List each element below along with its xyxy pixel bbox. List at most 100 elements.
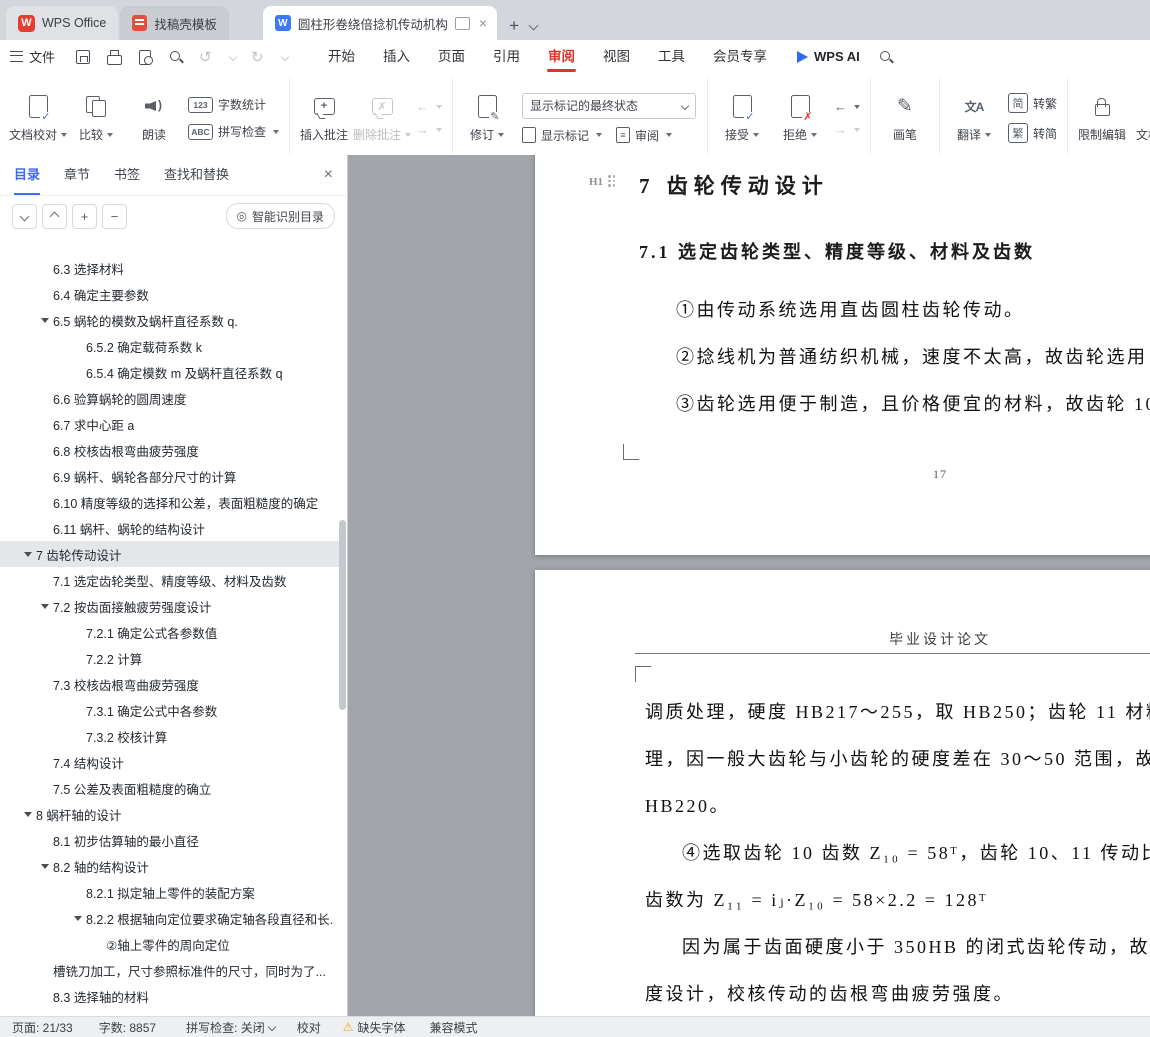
print-preview-icon[interactable] — [137, 49, 154, 65]
toc-item[interactable]: 6.5.4 确定模数 m 及蜗杆直径系数 q — [0, 359, 341, 385]
toc-item[interactable]: 6.5.2 确定载荷系数 k — [0, 333, 341, 359]
undo-dropdown-icon[interactable] — [228, 52, 238, 61]
review-pane-button[interactable]: 审阅 — [616, 127, 673, 144]
toc-item[interactable]: 7.1 选定齿轮类型、精度等级、材料及齿数 — [0, 567, 341, 593]
to-traditional-button[interactable]: 简 转繁 — [1008, 93, 1057, 113]
toc-item[interactable]: 7.4 结构设计 — [0, 749, 341, 775]
toc-expand-arrow-icon[interactable] — [23, 811, 32, 817]
toc-item[interactable]: 7.2.1 确定公式各参数值 — [0, 619, 341, 645]
toc-item[interactable]: 8.2 轴的结构设计 — [0, 853, 341, 879]
close-tab-button[interactable]: × — [477, 16, 489, 30]
find-replace-icon[interactable] — [168, 49, 184, 65]
compare-button[interactable]: 比较 — [67, 77, 125, 159]
track-changes-button[interactable]: 修订 — [458, 77, 516, 159]
collapse-all-button[interactable] — [12, 203, 37, 229]
toc-item[interactable]: 7.5 公差及表面粗糙度的确立 — [0, 775, 341, 801]
toc-item[interactable]: 6.3 选择材料 — [0, 255, 341, 281]
expand-all-button[interactable] — [42, 203, 67, 229]
toc-item[interactable]: 6.5 蜗轮的模数及蜗杆直径系数 q. — [0, 307, 341, 333]
pen-button[interactable]: 画笔 — [876, 77, 934, 159]
word-count-indicator[interactable]: 字数: 8857 — [99, 1019, 156, 1036]
toc-expand-arrow-icon[interactable] — [73, 915, 82, 921]
file-menu-button[interactable]: 文件 — [10, 47, 55, 66]
toc-item[interactable]: 6.10 精度等级的选择和公差，表面粗糙度的确定 — [0, 489, 341, 515]
show-markup-button[interactable]: 显示标记 — [522, 127, 603, 144]
page-indicator[interactable]: 页面: 21/33 — [12, 1019, 73, 1036]
toc-item[interactable]: 8.1 初步估算轴的最小直径 — [0, 827, 341, 853]
next-change-button[interactable]: → — [834, 123, 861, 136]
toc-item[interactable]: 7 齿轮传动设计 — [0, 541, 341, 567]
save-icon[interactable] — [75, 49, 91, 65]
toc-item[interactable]: 6.4 确定主要参数 — [0, 281, 341, 307]
panel-tab[interactable]: 查找和替换 — [164, 155, 229, 195]
document-page-2[interactable]: 毕业设计论文 调质处理，硬度 HB217～255，取 HB250；齿轮 11 材… — [535, 570, 1150, 1017]
new-tab-button[interactable]: + — [497, 16, 528, 40]
collapse-level-button[interactable]: − — [102, 203, 127, 229]
sidebar-scrollbar[interactable] — [339, 520, 346, 710]
toc-item[interactable]: 6.6 验算蜗轮的圆周速度 — [0, 385, 341, 411]
toc-item[interactable]: 7.3 校核齿根弯曲疲劳强度 — [0, 671, 341, 697]
undo-icon[interactable] — [199, 49, 215, 65]
tab-current-document[interactable]: 圆柱形卷绕倍捻机传动机构机 × — [262, 6, 498, 40]
drag-handle-icon[interactable] — [608, 175, 617, 189]
heading-level-marker[interactable]: H1 — [589, 175, 617, 189]
translate-button[interactable]: 翻译 — [945, 77, 1003, 159]
menu-tab[interactable]: 插入 — [369, 40, 424, 73]
menu-tab[interactable]: 页面 — [424, 40, 479, 73]
spellcheck-indicator[interactable]: 拼写检查: 关闭 — [186, 1019, 276, 1036]
document-canvas[interactable]: H1 7 齿轮传动设计 7.1 选定齿轮类型、精度等级、材料及齿数 ①由传动系统… — [348, 155, 1150, 1017]
redo-icon[interactable] — [251, 49, 267, 65]
reject-change-button[interactable]: 拒绝 — [771, 77, 829, 159]
panel-tab[interactable]: 书签 — [114, 155, 140, 195]
toc-item[interactable]: 7.3.1 确定公式中各参数 — [0, 697, 341, 723]
word-count-button[interactable]: 123 字数统计 — [188, 96, 279, 113]
menu-tab[interactable]: 审阅 — [534, 40, 589, 73]
insert-comment-button[interactable]: + 插入批注 — [295, 77, 353, 159]
compat-mode-indicator[interactable]: 兼容模式 — [430, 1019, 478, 1036]
wps-ai-button[interactable]: WPS AI — [797, 49, 860, 64]
menu-tab[interactable]: 引用 — [479, 40, 534, 73]
doc-proofread-button[interactable]: 文档校对 — [9, 77, 68, 159]
toc-item[interactable]: 6.8 校核齿根弯曲疲劳强度 — [0, 437, 341, 463]
smart-toc-button[interactable]: 智能识别目录 — [225, 203, 335, 229]
toc-item[interactable]: 8.2.2 根据轴向定位要求确定轴各段直径和长... — [0, 905, 341, 931]
toc-item[interactable]: 7.2 按齿面接触疲劳强度设计 — [0, 593, 341, 619]
print-icon[interactable] — [106, 49, 123, 65]
toc-item[interactable]: 7.3.2 校核计算 — [0, 723, 341, 749]
tab-template-store[interactable]: 找稿壳模板 — [120, 6, 229, 40]
restrict-editing-button[interactable]: 限制编辑 — [1073, 77, 1131, 159]
toc-expand-arrow-icon[interactable] — [40, 863, 49, 869]
toc-expand-arrow-icon[interactable] — [23, 551, 32, 557]
toc-item[interactable]: 8.3 选择轴的材料 — [0, 983, 341, 1009]
to-simplified-button[interactable]: 繁 转简 — [1008, 123, 1057, 143]
toc-item[interactable]: 6.11 蜗杆、蜗轮的结构设计 — [0, 515, 341, 541]
delete-comment-button[interactable]: ✗ 删除批注 — [353, 77, 412, 159]
close-panel-button[interactable]: × — [324, 167, 333, 183]
toc-item[interactable]: 8 蜗杆轴的设计 — [0, 801, 341, 827]
document-page-1[interactable]: H1 7 齿轮传动设计 7.1 选定齿轮类型、精度等级、材料及齿数 ①由传动系统… — [535, 155, 1150, 555]
markup-state-select[interactable]: 显示标记的最终状态 — [522, 92, 697, 119]
panel-tab[interactable]: 目录 — [14, 155, 41, 195]
tab-wps-office[interactable]: WPS Office — [6, 6, 119, 40]
read-aloud-button[interactable]: 朗读 — [125, 77, 183, 159]
tab-list-dropdown[interactable] — [528, 16, 545, 40]
previous-change-button[interactable]: ← — [834, 100, 861, 113]
redo-dropdown-icon[interactable] — [280, 52, 290, 61]
toc-item[interactable]: 6.7 求中心距 a — [0, 411, 341, 437]
proofread-button[interactable]: 校对 — [297, 1019, 321, 1036]
menu-tab[interactable]: 开始 — [314, 40, 369, 73]
toc-expand-arrow-icon[interactable] — [40, 603, 49, 609]
toc-item[interactable]: 7.2.2 计算 — [0, 645, 341, 671]
panel-tab[interactable]: 章节 — [64, 155, 90, 195]
menu-tab[interactable]: 工具 — [644, 40, 699, 73]
search-icon[interactable] — [878, 49, 894, 65]
spell-check-button[interactable]: ABC 拼写检查 — [188, 123, 280, 140]
next-comment-button[interactable]: → — [416, 123, 443, 136]
accept-change-button[interactable]: 接受 — [713, 77, 771, 159]
toc-item[interactable]: ②轴上零件的周向定位 — [0, 931, 341, 957]
expand-level-button[interactable]: + — [72, 203, 97, 229]
toc-item[interactable]: 8.2.1 拟定轴上零件的装配方案 — [0, 879, 341, 905]
previous-comment-button[interactable]: ← — [416, 100, 443, 113]
toc-expand-arrow-icon[interactable] — [40, 317, 49, 323]
menu-tab[interactable]: 视图 — [589, 40, 644, 73]
